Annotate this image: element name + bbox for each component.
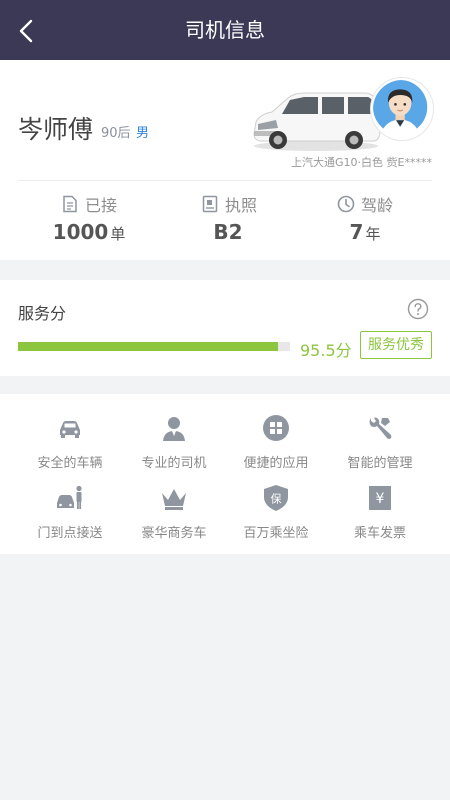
svg-text:保: 保	[271, 492, 282, 506]
feature-label: 百万乘坐险	[243, 526, 309, 541]
features-grid: 安全的车辆 专业的司机 便捷的应用 智能的管理 门到点接送 豪华商务车 保 百万…	[0, 394, 450, 554]
door-pickup-icon	[57, 485, 82, 509]
svg-text:¥: ¥	[376, 491, 385, 507]
driver-name: 岑师傅	[18, 115, 94, 144]
car-icon	[60, 421, 80, 438]
stat-label: 已接	[84, 196, 117, 215]
driver-card: 岑师傅 90后 男 上汽大通G10·白色 赀E***** 已接 1000 单 执…	[0, 60, 450, 260]
stat-license: 执照 B2	[174, 192, 284, 244]
divider	[18, 180, 432, 181]
license-card-icon	[202, 195, 218, 213]
score-progress-fill	[18, 342, 278, 351]
feature-label: 智能的管理	[347, 456, 413, 471]
app-grid-icon	[263, 415, 289, 441]
invoice-icon: ¥	[369, 486, 391, 510]
feature-label: 乘车发票	[353, 526, 406, 541]
stat-value: B2	[213, 220, 243, 244]
feature-item: 专业的司机	[118, 414, 230, 471]
feature-label: 便捷的应用	[243, 456, 309, 471]
feature-item: 门到点接送	[14, 484, 126, 541]
driver-gender: 男	[136, 126, 150, 141]
stat-unit: 年	[365, 225, 381, 243]
driver-age-group: 90后	[101, 126, 131, 141]
insurance-shield-icon: 保	[264, 485, 288, 511]
feature-label: 安全的车辆	[37, 456, 103, 471]
driver-avatar	[371, 78, 433, 140]
page-title: 司机信息	[185, 18, 265, 42]
car-image	[253, 92, 381, 151]
feature-label: 门到点接送	[37, 526, 103, 541]
feature-item: 豪华商务车	[118, 484, 230, 541]
feature-item: 安全的车辆	[14, 414, 126, 471]
car-info: 上汽大通G10·白色 赀E*****	[291, 156, 432, 169]
stat-label: 驾龄	[360, 196, 393, 215]
feature-item: 智能的管理	[324, 414, 436, 471]
stat-orders: 已接 1000 单	[34, 192, 144, 244]
stat-value: 1000	[52, 220, 109, 244]
feature-item: ¥ 乘车发票	[324, 484, 436, 541]
service-level-badge: 服务优秀	[360, 331, 432, 359]
wrench-icon	[369, 417, 392, 439]
score-value: 95.5分	[300, 341, 352, 360]
app-header: 司机信息	[0, 0, 450, 60]
score-label: 服务分	[18, 304, 67, 323]
feature-label: 专业的司机	[141, 456, 207, 471]
feature-item: 保 百万乘坐险	[220, 484, 332, 541]
stat-value: 7	[349, 220, 364, 244]
help-icon[interactable]	[407, 298, 429, 320]
clock-icon	[337, 195, 355, 213]
score-progress-bar	[18, 342, 290, 351]
feature-label: 豪华商务车	[141, 526, 207, 541]
service-score-card: 服务分 95.5分 服务优秀	[0, 280, 450, 376]
feature-item: 便捷的应用	[220, 414, 332, 471]
stat-unit: 单	[110, 225, 126, 243]
stat-driving-years: 驾龄 7年	[310, 192, 420, 244]
driver-person-icon	[163, 417, 185, 441]
crown-icon	[162, 489, 186, 510]
order-document-icon	[63, 195, 77, 213]
stat-label: 执照	[224, 196, 257, 215]
